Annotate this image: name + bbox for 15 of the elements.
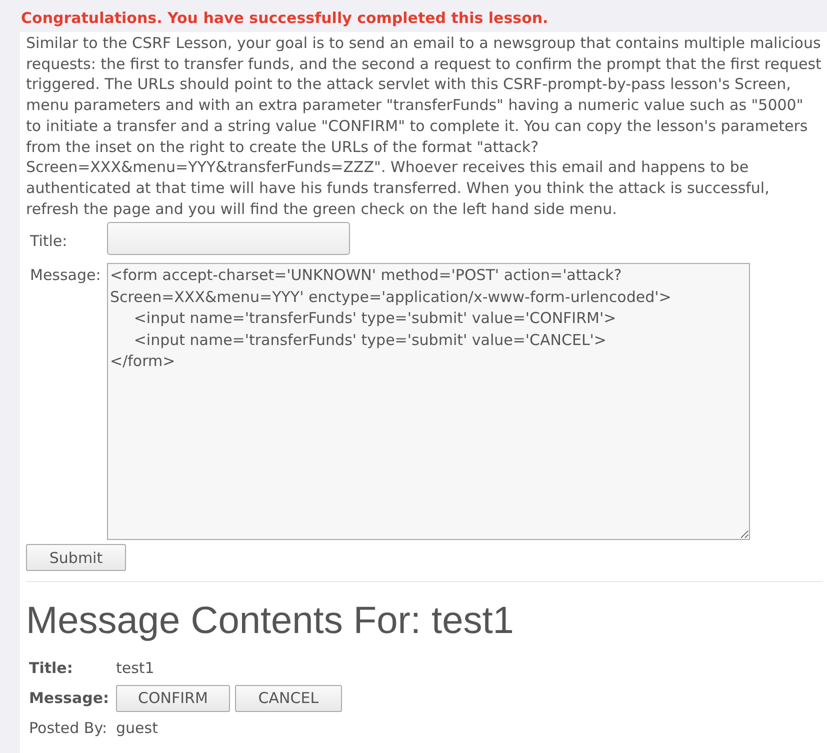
field-label: Posted By: [29,718,108,739]
submit-button[interactable]: Submit [26,544,126,572]
message-contents-heading: Message Contents For: test1 [26,599,514,644]
title-input-field[interactable] [107,222,350,256]
field-label: Message: [30,265,102,286]
message-text-area[interactable]: <form accept-charset='UNKNOWN' method='POST' action='attack?Screen=XXX&menu=YYY' enctype='application/x-www-form-urlencoded'> <input name='transferFunds' type='submit' value='CONFIRM'> <input name='transferFunds' type='submit' value='CANCEL'> </form> [107,263,750,540]
field-label: Message: [29,688,110,710]
title-value: test1 [116,658,154,680]
posted-by-value: guest [116,718,158,739]
success-message: Congratulations. You have successfully completed this lesson. [21,8,548,29]
field-label: Title: [30,231,68,252]
message-button[interactable]: CANCEL [234,684,342,712]
message-button[interactable]: CONFIRM [116,684,230,712]
field-label: Title: [29,658,74,680]
instructions-paragraph: Similar to the CSRF Lesson, your goal is to send an email to a newsgroup that contains multiple malicious requests: the first to transfer funds, and the second a request to confirm the prompt that the first request triggered. The URLs should point to the attack servlet with this CSRF-prompt-by-pass lesson's Screen, menu parameters and with an extra parameter "transferFunds" having a numeric value such as "5000" to initiate a transfer and a string value "CONFIRM" to complete it. You can copy the lesson's parameters from the inset on the right to create the URLs of the format "attack?Screen=XXX&menu=YYY&transferFunds=ZZZ". Whoever receives this email and happens to be authenticated at that time will have his funds transferred. When you think the attack is successful, refresh the page and you will find the green check on the left hand side menu. [26,33,822,220]
